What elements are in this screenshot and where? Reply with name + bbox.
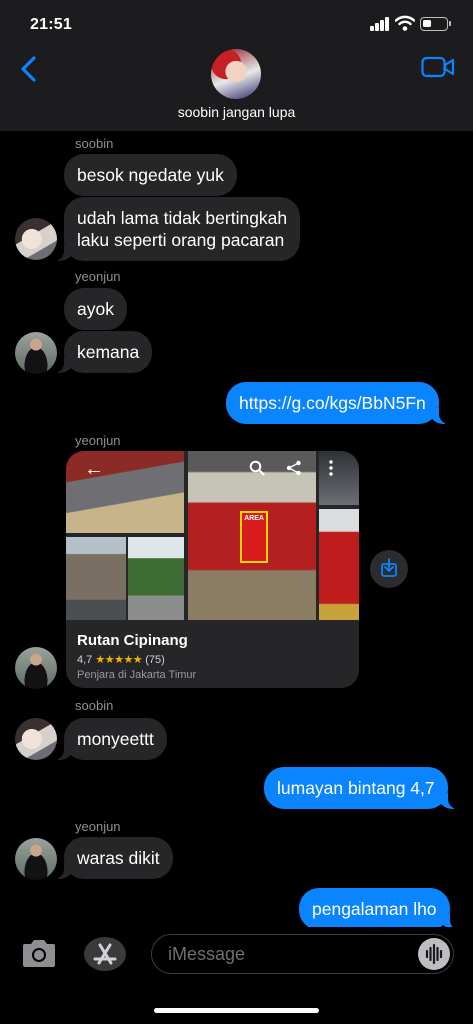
sender-label: yeonjun [75,269,121,284]
search-icon[interactable] [249,460,265,476]
more-icon[interactable] [328,460,334,476]
imessage-field[interactable] [151,934,454,974]
incoming-message[interactable]: besok ngedate yuk [64,154,237,196]
message-line: laku seperti orang pacaran [77,230,285,250]
avatar-yeonjun[interactable] [15,647,57,689]
sender-label: yeonjun [75,433,121,448]
save-link-icon[interactable] [370,550,408,588]
status-bar: 21:51 [0,0,473,46]
contact-avatar[interactable] [211,49,261,99]
sign-text: AREA [244,515,264,522]
sender-label: yeonjun [75,819,121,834]
sender-label: soobin [75,136,114,151]
avatar-soobin[interactable] [15,218,57,260]
place-title: Rutan Cipinang [77,632,188,649]
contact-name[interactable]: soobin jangan lupa [0,104,473,120]
avatar-yeonjun[interactable] [15,332,57,374]
message-input[interactable] [168,944,408,965]
outgoing-message[interactable]: pengalaman lho [299,888,460,930]
video-call-icon[interactable] [421,56,455,78]
share-icon[interactable] [286,460,302,476]
message-line: udah lama tidak bertingkah [77,208,288,228]
home-indicator[interactable] [154,1008,319,1013]
incoming-message[interactable]: ayok [64,288,127,330]
audio-message-icon[interactable] [418,938,450,970]
battery-icon [420,17,448,31]
area-sign: AREA [240,511,268,563]
place-rating: 4,7 ★★★★★ (75) [77,653,165,666]
cellular-signal-icon [370,17,390,31]
avatar-yeonjun[interactable] [15,838,57,880]
status-time: 21:51 [30,16,72,33]
link-preview-card[interactable]: AREA ← Rutan Cipinang 4,7 ★★★★★ (75) Pen… [66,451,359,688]
place-photo: AREA [188,451,316,620]
incoming-message[interactable]: kemana [53,331,153,373]
back-icon[interactable] [18,55,40,83]
place-subtitle: Penjara di Jakarta Timur [77,669,197,681]
camera-icon[interactable] [20,937,58,971]
place-photo [66,537,126,620]
outgoing-message[interactable]: lumayan bintang 4,7 [264,767,458,809]
incoming-message[interactable]: monyeettt [54,718,167,760]
incoming-message[interactable]: waras dikit [54,837,173,879]
outgoing-message-link[interactable]: https://g.co/kgs/BbN5Fn [226,382,449,424]
place-photo [319,509,359,620]
review-count: (75) [145,654,165,666]
place-photo [319,451,359,505]
incoming-message[interactable]: udah lama tidak bertingkah laku seperti … [53,197,301,261]
sender-label: soobin [75,698,114,713]
place-photo [128,537,184,620]
appstore-icon[interactable] [83,935,127,973]
rating-value: 4,7 [77,654,93,666]
arrow-left-icon[interactable]: ← [84,458,104,481]
avatar-soobin[interactable] [15,718,57,760]
rating-stars: ★★★★★ [95,654,143,666]
wifi-icon [395,15,415,31]
